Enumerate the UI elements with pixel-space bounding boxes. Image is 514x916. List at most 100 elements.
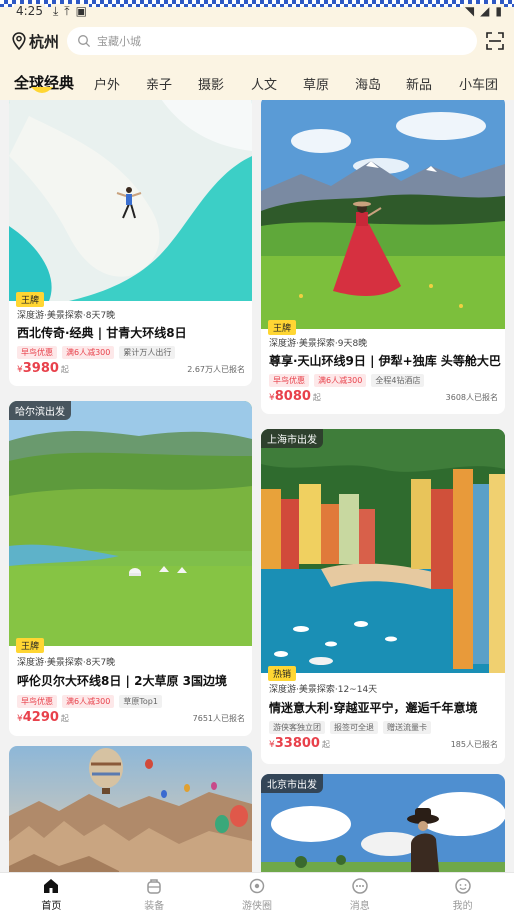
nav-home[interactable]: 首页 <box>0 873 103 916</box>
departure-ribbon: 上海市出发 <box>261 429 323 448</box>
battery-icon: ▮ <box>495 4 502 18</box>
search-row: 杭州 宝藏小城 <box>0 26 514 56</box>
message-icon <box>352 878 368 894</box>
signal-icon: ◢ <box>480 4 490 18</box>
notification-icons: ⤓ ⤒ ▣ <box>50 3 89 19</box>
product-card[interactable] <box>9 746 252 872</box>
product-card[interactable]: 哈尔滨出发 王牌 深度游·美景探索·8天7晚 呼伦贝尔大环线8日 | 2大草原 … <box>9 401 252 736</box>
product-chip: 早鸟优惠 <box>17 346 57 359</box>
product-chip: 累计万人出行 <box>119 346 176 359</box>
price-value: 4290 <box>22 710 59 725</box>
home-icon <box>44 879 59 893</box>
product-title: 西北传奇·经典 | 甘青大环线8日 <box>17 326 187 340</box>
product-title: 尊享·天山环线9日 | 伊犁+独库 头等舱大巴 <box>269 354 501 368</box>
product-meta: 深度游·美景探索·9天8晚 <box>269 339 368 349</box>
signup-count: 7651人已报名 <box>192 714 245 723</box>
product-chip: 早鸟优惠 <box>17 695 57 708</box>
product-card[interactable]: 王牌 深度游·美景探索·9天8晚 尊享·天山环线9日 | 伊犁+独库 头等舱大巴… <box>261 100 505 414</box>
product-badge: 王牌 <box>16 292 45 307</box>
product-badge: 王牌 <box>268 320 297 335</box>
search-input[interactable]: 宝藏小城 <box>67 27 478 55</box>
product-image <box>9 746 252 872</box>
nav-label: 我的 <box>452 901 473 912</box>
price-suffix: 起 <box>60 714 69 723</box>
product-chips: 早鸟优惠 满6人减300 累计万人出行 <box>17 346 176 359</box>
product-image <box>261 429 505 673</box>
signup-count: 185人已报名 <box>450 740 498 749</box>
profile-icon <box>454 878 471 894</box>
tab-family[interactable]: 亲子 <box>146 74 172 93</box>
departure-ribbon: 北京市出发 <box>261 774 323 793</box>
nav-label: 消息 <box>349 901 370 912</box>
product-badge: 王牌 <box>16 638 45 653</box>
price-suffix: 起 <box>321 740 330 749</box>
search-icon <box>78 35 91 48</box>
product-price: ¥ 4290 起 <box>17 710 69 725</box>
tab-culture[interactable]: 人文 <box>251 74 277 93</box>
nav-profile[interactable]: 我的 <box>411 873 514 916</box>
product-chip: 游侠客独立团 <box>269 721 325 734</box>
signup-count: 2.67万人已报名 <box>187 365 245 374</box>
city-selector[interactable]: 杭州 <box>12 31 59 52</box>
tab-photography[interactable]: 摄影 <box>198 74 224 93</box>
price-suffix: 起 <box>312 393 321 402</box>
upload-icon: ⤒ <box>64 3 70 18</box>
tab-grassland[interactable]: 草原 <box>303 74 329 93</box>
category-tabs: 全球经典 户外 亲子 摄影 人文 草原 海岛 新品 小车团 <box>0 66 514 100</box>
product-chips: 早鸟优惠 满6人减300 全程4钻酒店 <box>269 374 425 387</box>
product-meta: 深度游·美景探索·8天7晚 <box>17 658 116 668</box>
product-chip: 早鸟优惠 <box>269 374 309 387</box>
product-chip: 报签可全退 <box>330 721 378 734</box>
product-feed: 王牌 深度游·美景探索·8天7晚 西北传奇·经典 | 甘青大环线8日 早鸟优惠 … <box>0 100 514 872</box>
product-price: ¥ 3980 起 <box>17 361 69 376</box>
community-icon <box>249 878 265 894</box>
nav-community[interactable]: 游侠圈 <box>206 873 309 916</box>
product-meta: 深度游·美景探索·12~14天 <box>269 685 378 695</box>
price-value: 33800 <box>274 736 320 751</box>
product-title: 情迷意大利·穿越亚平宁，邂逅千年意境 <box>269 701 478 715</box>
nav-messages[interactable]: 消息 <box>308 873 411 916</box>
system-icons: ◥ ◢ ▮ <box>462 4 504 18</box>
product-meta: 深度游·美景探索·8天7晚 <box>17 311 116 321</box>
product-price: ¥ 8080 起 <box>269 389 321 404</box>
product-chip: 满6人减300 <box>62 695 115 708</box>
departure-ribbon: 哈尔滨出发 <box>9 401 71 420</box>
app-icon: ▣ <box>75 3 87 18</box>
product-image <box>261 100 505 329</box>
tab-outdoor[interactable]: 户外 <box>94 74 120 93</box>
nav-label: 游侠圈 <box>241 901 272 912</box>
tab-small-group[interactable]: 小车团 <box>459 74 498 93</box>
product-badge: 热销 <box>268 666 297 681</box>
product-chip: 满6人减300 <box>314 374 367 387</box>
search-placeholder: 宝藏小城 <box>97 35 142 48</box>
nav-label: 装备 <box>144 901 165 912</box>
status-bar: 4:25 ⤓ ⤒ ▣ ◥ ◢ ▮ <box>0 0 514 22</box>
product-chip: 满6人减300 <box>62 346 115 359</box>
product-chips: 早鸟优惠 满6人减300 草原Top1 <box>17 695 162 708</box>
signup-count: 3608人已报名 <box>445 393 498 402</box>
price-value: 8080 <box>274 389 311 404</box>
product-card[interactable]: 上海市出发 热销 深度游·美景探索·12~14天 情迷意大利·穿越亚平宁，邂逅千… <box>261 429 505 764</box>
product-image <box>9 100 252 301</box>
nav-gear[interactable]: 装备 <box>103 873 206 916</box>
product-chip: 草原Top1 <box>119 695 162 708</box>
tab-island[interactable]: 海岛 <box>355 74 381 93</box>
product-chip: 全程4钻酒店 <box>371 374 425 387</box>
scan-icon[interactable] <box>486 32 504 50</box>
product-card[interactable]: 王牌 深度游·美景探索·8天7晚 西北传奇·经典 | 甘青大环线8日 早鸟优惠 … <box>9 100 252 386</box>
product-price: ¥ 33800 起 <box>269 736 330 751</box>
product-chips: 游侠客独立团 报签可全退 赠送流量卡 <box>269 721 431 734</box>
product-card[interactable]: 北京市出发 <box>261 774 505 872</box>
product-image <box>9 401 252 646</box>
bottom-navigation: 首页 装备 游侠圈 消息 我的 <box>0 872 514 916</box>
status-time: 4:25 <box>14 4 45 18</box>
active-tab-indicator <box>31 87 53 93</box>
city-name: 杭州 <box>29 32 60 51</box>
price-value: 3980 <box>22 361 59 376</box>
product-title: 呼伦贝尔大环线8日 | 2大草原 3国边境 <box>17 674 227 688</box>
tab-new[interactable]: 新品 <box>406 74 432 93</box>
nav-label: 首页 <box>41 901 62 912</box>
download-icon: ⤓ <box>52 3 59 18</box>
backpack-icon <box>147 879 161 894</box>
price-suffix: 起 <box>60 365 69 374</box>
